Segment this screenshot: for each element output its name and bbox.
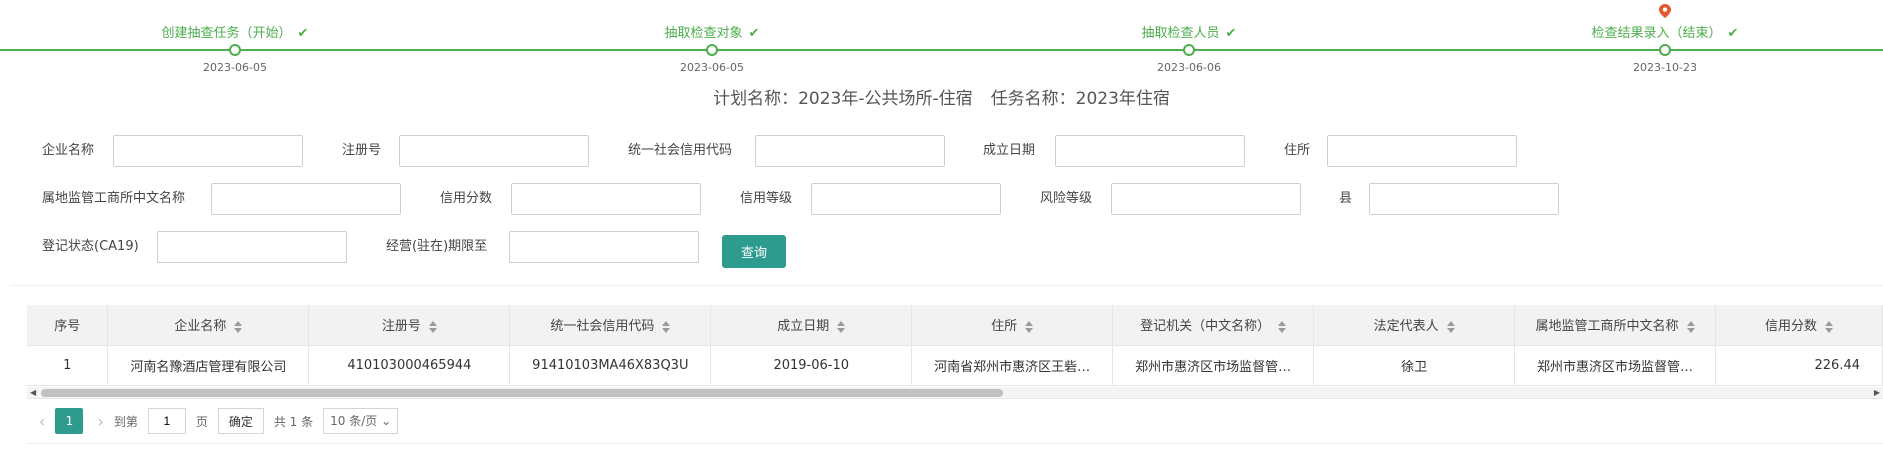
table-cell: 郑州市惠济区市场监督管… [1514, 345, 1716, 386]
table-cell: 2019-06-10 [710, 345, 913, 386]
credit-score-input[interactable] [511, 183, 701, 215]
step-3-date: 2023-06-06 [1157, 61, 1221, 74]
step-3-label: 抽取检查人员 ✔ [1141, 26, 1237, 41]
credit-code-input[interactable] [755, 135, 945, 167]
address-input[interactable] [1327, 135, 1517, 167]
total-count: 共 1 条 [273, 414, 314, 429]
location-pin-icon [1659, 4, 1671, 18]
sort-icon[interactable] [1278, 320, 1287, 333]
table-cell: 91410103MA46X83Q3U [509, 345, 712, 386]
col-header-reg-no[interactable]: 注册号 [308, 305, 511, 346]
table-cell: 1 [27, 345, 109, 386]
scroll-right-icon[interactable]: ▶ [1874, 387, 1880, 399]
col-header-index: 序号 [27, 305, 109, 346]
plan-title: 计划名称：2023年-公共场所-住宿 任务名称：2023年住宿 [0, 84, 1883, 109]
step-1-label: 创建抽查任务（开始） ✔ [161, 26, 309, 41]
risk-level-label: 风险等级 [1040, 191, 1093, 206]
page-unit-label: 页 [195, 414, 208, 429]
sort-icon[interactable] [1686, 320, 1695, 333]
step-node [1659, 44, 1671, 56]
table-cell: 河南名豫酒店管理有限公司 [107, 345, 310, 386]
authority-label: 属地监管工商所中文名称 [42, 191, 186, 206]
col-header-found-date[interactable]: 成立日期 [710, 305, 913, 346]
reg-status-input[interactable] [157, 231, 347, 263]
biz-term-label: 经营(驻在)期限至 [386, 239, 488, 254]
check-icon: ✔ [1727, 26, 1739, 41]
county-label: 县 [1339, 191, 1353, 206]
check-icon: ✔ [297, 26, 309, 41]
sort-icon[interactable] [1446, 320, 1455, 333]
task-name: 任务名称：2023年住宿 [990, 89, 1170, 109]
county-input[interactable] [1369, 183, 1559, 215]
table-cell: 郑州市惠济区市场监督管… [1112, 345, 1315, 386]
credit-level-input[interactable] [811, 183, 1001, 215]
step-4-label: 检查结果录入（结束） ✔ [1591, 26, 1739, 41]
credit-level-label: 信用等级 [740, 191, 793, 206]
col-header-credit-score[interactable]: 信用分数 [1715, 305, 1883, 346]
horizontal-scrollbar[interactable]: ◀ ▶ [27, 387, 1883, 399]
table-cell: 河南省郑州市惠济区王砦… [911, 345, 1114, 386]
table-cell: 徐卫 [1313, 345, 1516, 386]
sort-icon[interactable] [1025, 320, 1034, 333]
table-cell: 410103000465944 [308, 345, 511, 386]
step-1-date: 2023-06-05 [203, 61, 267, 74]
sort-icon[interactable] [1825, 320, 1833, 333]
address-label: 住所 [1284, 143, 1311, 158]
divider [10, 285, 1883, 286]
authority-input[interactable] [211, 183, 401, 215]
goto-confirm-button[interactable]: 确定 [217, 408, 264, 434]
step-2-label: 抽取检查对象 ✔ [664, 26, 760, 41]
step-4-date: 2023-10-23 [1633, 61, 1697, 74]
step-node [1183, 44, 1195, 56]
reg-no-label: 注册号 [342, 143, 382, 158]
biz-term-input[interactable] [509, 231, 699, 263]
company-name-label: 企业名称 [42, 143, 95, 158]
progress-line [0, 49, 1883, 51]
risk-level-input[interactable] [1111, 183, 1301, 215]
chevron-down-icon: ⌄ [381, 414, 392, 428]
table-row[interactable]: 1 河南名豫酒店管理有限公司 410103000465944 91410103M… [27, 345, 1883, 386]
progress-steps: 创建抽查任务（开始） ✔ 2023-06-05 抽取检查对象 ✔ 2023-06-0… [0, 0, 1883, 80]
col-header-credit-code[interactable]: 统一社会信用代码 [509, 305, 712, 346]
reg-no-input[interactable] [399, 135, 589, 167]
found-date-input[interactable] [1055, 135, 1245, 167]
reg-status-label: 登记状态(CA19) [42, 239, 139, 254]
step-node [229, 44, 241, 56]
goto-page-input[interactable] [147, 408, 186, 434]
results-table-container: 序号 企业名称 注册号 统一社会信用代码 成立日期 住所 登记机关（中文名称） … [27, 305, 1883, 447]
col-header-company-name[interactable]: 企业名称 [107, 305, 310, 346]
sort-icon[interactable] [662, 320, 671, 333]
step-node [706, 44, 718, 56]
goto-label: 到第 [113, 414, 138, 429]
scrollbar-thumb[interactable] [41, 389, 1003, 397]
credit-code-label: 统一社会信用代码 [628, 143, 733, 158]
table-cell: 226.44 [1715, 345, 1883, 386]
query-button[interactable]: 查询 [722, 235, 786, 268]
next-page-icon[interactable]: › [97, 412, 103, 431]
col-header-legal-rep[interactable]: 法定代表人 [1313, 305, 1516, 346]
check-icon: ✔ [1225, 26, 1237, 41]
step-2-date: 2023-06-05 [680, 61, 744, 74]
company-name-input[interactable] [113, 135, 303, 167]
scroll-left-icon[interactable]: ◀ [30, 387, 36, 399]
check-icon: ✔ [748, 26, 760, 41]
prev-page-icon[interactable]: ‹ [39, 412, 45, 431]
credit-score-label: 信用分数 [440, 191, 493, 206]
sort-icon[interactable] [234, 320, 243, 333]
page-size-select[interactable]: 10 条/页 ⌄ [323, 408, 399, 434]
current-page-button[interactable]: 1 [55, 408, 84, 434]
plan-name: 计划名称：2023年-公共场所-住宿 [713, 89, 973, 109]
sort-icon[interactable] [428, 320, 437, 333]
col-header-address[interactable]: 住所 [911, 305, 1114, 346]
col-header-reg-authority[interactable]: 登记机关（中文名称） [1112, 305, 1315, 346]
col-header-authority[interactable]: 属地监管工商所中文名称 [1514, 305, 1716, 346]
pagination: ‹ 1 › 到第 页 确定 共 1 条 10 条/页 ⌄ [27, 399, 1883, 444]
results-table: 序号 企业名称 注册号 统一社会信用代码 成立日期 住所 登记机关（中文名称） … [27, 305, 1883, 386]
found-date-label: 成立日期 [983, 143, 1036, 158]
table-header-row: 序号 企业名称 注册号 统一社会信用代码 成立日期 住所 登记机关（中文名称） … [27, 305, 1883, 346]
query-form: 企业名称 注册号 统一社会信用代码 成立日期 住所 属地监管工商所中文名称 信用… [0, 125, 1883, 285]
sort-icon[interactable] [837, 320, 846, 333]
